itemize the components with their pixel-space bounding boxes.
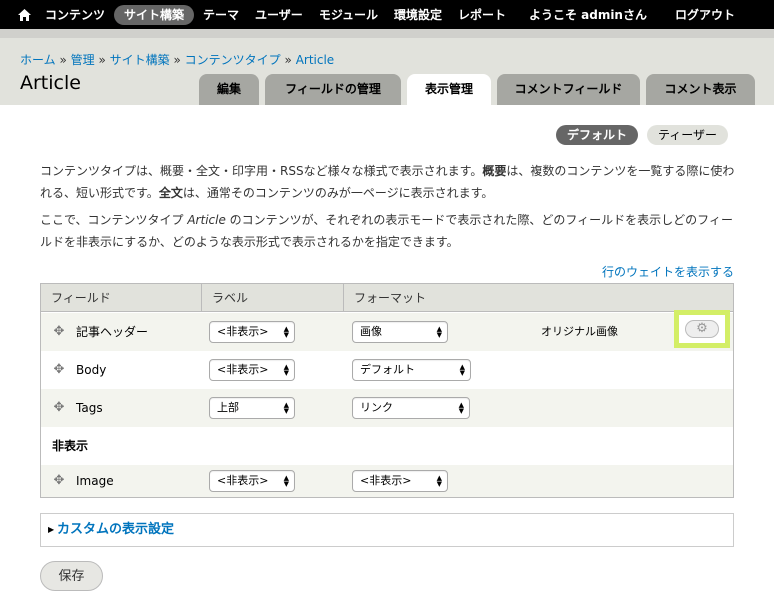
page-title: Article <box>20 72 81 94</box>
select-arrows-icon: ▲ ▼ <box>459 362 465 377</box>
description-paragraph-2: ここで、コンテンツタイプ Article のコンテンツが、それぞれの表示モードで… <box>40 213 733 249</box>
breadcrumb-separator: » <box>173 53 181 67</box>
tab-edit[interactable]: 編集 <box>199 74 259 105</box>
hidden-section-label: 非表示 <box>52 439 89 453</box>
select-arrows-icon: ▲ ▼ <box>283 324 289 339</box>
format-select[interactable]: 画像 ▲ ▼ <box>352 321 448 343</box>
toolbar-item-content[interactable]: コンテンツ <box>38 5 112 25</box>
description-paragraph-1: コンテンツタイプは、概要・全文・印字用・RSSなど様々な様式で表示されます。概要… <box>40 164 735 200</box>
home-icon[interactable] <box>10 0 38 29</box>
select-arrows-icon: ▲ ▼ <box>283 473 289 488</box>
gear-icon[interactable]: ⚙ <box>685 320 719 338</box>
tab-manage-fields[interactable]: フィールドの管理 <box>265 74 401 105</box>
subtab-teaser[interactable]: ティーザー <box>646 125 728 145</box>
secondary-tabs: デフォルト ティーザー <box>547 125 728 145</box>
select-arrows-icon: ▲ ▼ <box>458 400 464 415</box>
admin-toolbar: コンテンツ サイト構築 テーマ ユーザー モジュール 環境設定 レポート ようこ… <box>0 0 774 29</box>
field-name: Body <box>76 363 107 377</box>
label-select[interactable]: <非表示> ▲ ▼ <box>209 321 295 343</box>
select-arrows-icon: ▲ ▼ <box>283 400 289 415</box>
breadcrumb-home[interactable]: ホーム <box>20 53 56 67</box>
breadcrumb-content-types[interactable]: コンテンツタイプ <box>185 53 281 67</box>
breadcrumb-article[interactable]: Article <box>296 53 335 67</box>
field-name: Tags <box>76 401 103 415</box>
table-row: ✥ 記事ヘッダー <非表示> ▲ ▼ 画像 ▲ ▼ オリジナル画像 <box>41 313 733 351</box>
drag-handle-icon[interactable]: ✥ <box>52 325 66 339</box>
fields-table: フィールド ラベル フォーマット ✥ 記事ヘッダー <非表示> ▲ ▼ 画像 ▲ ▼ オ… <box>40 283 734 498</box>
triangle-right-icon: ▶ <box>48 525 55 534</box>
logout-link[interactable]: ログアウト <box>668 5 742 25</box>
toolbar-item-config[interactable]: 環境設定 <box>387 5 449 25</box>
format-summary: オリジナル画像 <box>541 325 618 338</box>
breadcrumb-separator: » <box>98 53 106 67</box>
drag-handle-icon[interactable]: ✥ <box>52 474 66 488</box>
table-header: フィールド ラベル フォーマット <box>41 284 733 312</box>
field-name: Image <box>76 474 114 488</box>
select-arrows-icon: ▲ ▼ <box>436 473 442 488</box>
format-settings-highlight: ⚙ <box>674 310 730 348</box>
breadcrumb: ホーム » 管理 » サイト構築 » コンテンツタイプ » Article <box>20 51 334 68</box>
drag-handle-icon[interactable]: ✥ <box>52 401 66 415</box>
header-label: ラベル <box>201 284 343 312</box>
table-row: ✥ Body <非表示> ▲ ▼ デフォルト ▲ ▼ <box>41 351 733 389</box>
select-arrows-icon: ▲ ▼ <box>283 362 289 377</box>
label-select[interactable]: 上部 ▲ ▼ <box>209 397 295 419</box>
toolbar-item-structure[interactable]: サイト構築 <box>114 4 195 25</box>
drag-handle-icon[interactable]: ✥ <box>52 363 66 377</box>
select-arrows-icon: ▲ ▼ <box>436 324 442 339</box>
label-select[interactable]: <非表示> ▲ ▼ <box>209 359 295 381</box>
format-select[interactable]: リンク ▲ ▼ <box>352 397 470 419</box>
label-select[interactable]: <非表示> ▲ ▼ <box>209 470 295 492</box>
custom-display-settings-label[interactable]: カスタムの表示設定 <box>57 514 174 546</box>
breadcrumb-separator: » <box>284 53 292 67</box>
save-button[interactable]: 保存 <box>40 561 103 591</box>
toolbar-item-reports[interactable]: レポート <box>451 5 513 25</box>
welcome-user-link[interactable]: ようこそ adminさん <box>522 5 654 25</box>
header-field: フィールド <box>51 291 111 305</box>
hidden-section-row: 非表示 <box>41 427 733 465</box>
tab-comment-fields[interactable]: コメントフィールド <box>497 74 640 105</box>
show-row-weights-link[interactable]: 行のウェイトを表示する <box>602 263 734 280</box>
breadcrumb-separator: » <box>59 53 67 67</box>
breadcrumb-admin[interactable]: 管理 <box>71 53 95 67</box>
tab-manage-display[interactable]: 表示管理 <box>407 74 491 106</box>
header-format: フォーマット <box>343 284 733 312</box>
format-select[interactable]: デフォルト ▲ ▼ <box>352 359 471 381</box>
custom-display-settings[interactable]: ▶ カスタムの表示設定 <box>40 513 734 547</box>
toolbar-item-theme[interactable]: テーマ <box>196 5 246 25</box>
format-select[interactable]: <非表示> ▲ ▼ <box>352 470 448 492</box>
field-name: 記事ヘッダー <box>76 325 149 339</box>
toolbar-item-modules[interactable]: モジュール <box>312 5 385 25</box>
toolbar-item-users[interactable]: ユーザー <box>248 5 310 25</box>
table-row: ✥ Image <非表示> ▲ ▼ <非表示> ▲ ▼ <box>41 465 733 497</box>
subtab-default[interactable]: デフォルト <box>555 125 638 145</box>
primary-tabs: 編集 フィールドの管理 表示管理 コメントフィールド コメント表示 <box>199 74 761 106</box>
table-row: ✥ Tags 上部 ▲ ▼ リンク ▲ ▼ <box>41 389 733 427</box>
breadcrumb-structure[interactable]: サイト構築 <box>110 53 170 67</box>
tab-comment-display[interactable]: コメント表示 <box>646 74 755 105</box>
